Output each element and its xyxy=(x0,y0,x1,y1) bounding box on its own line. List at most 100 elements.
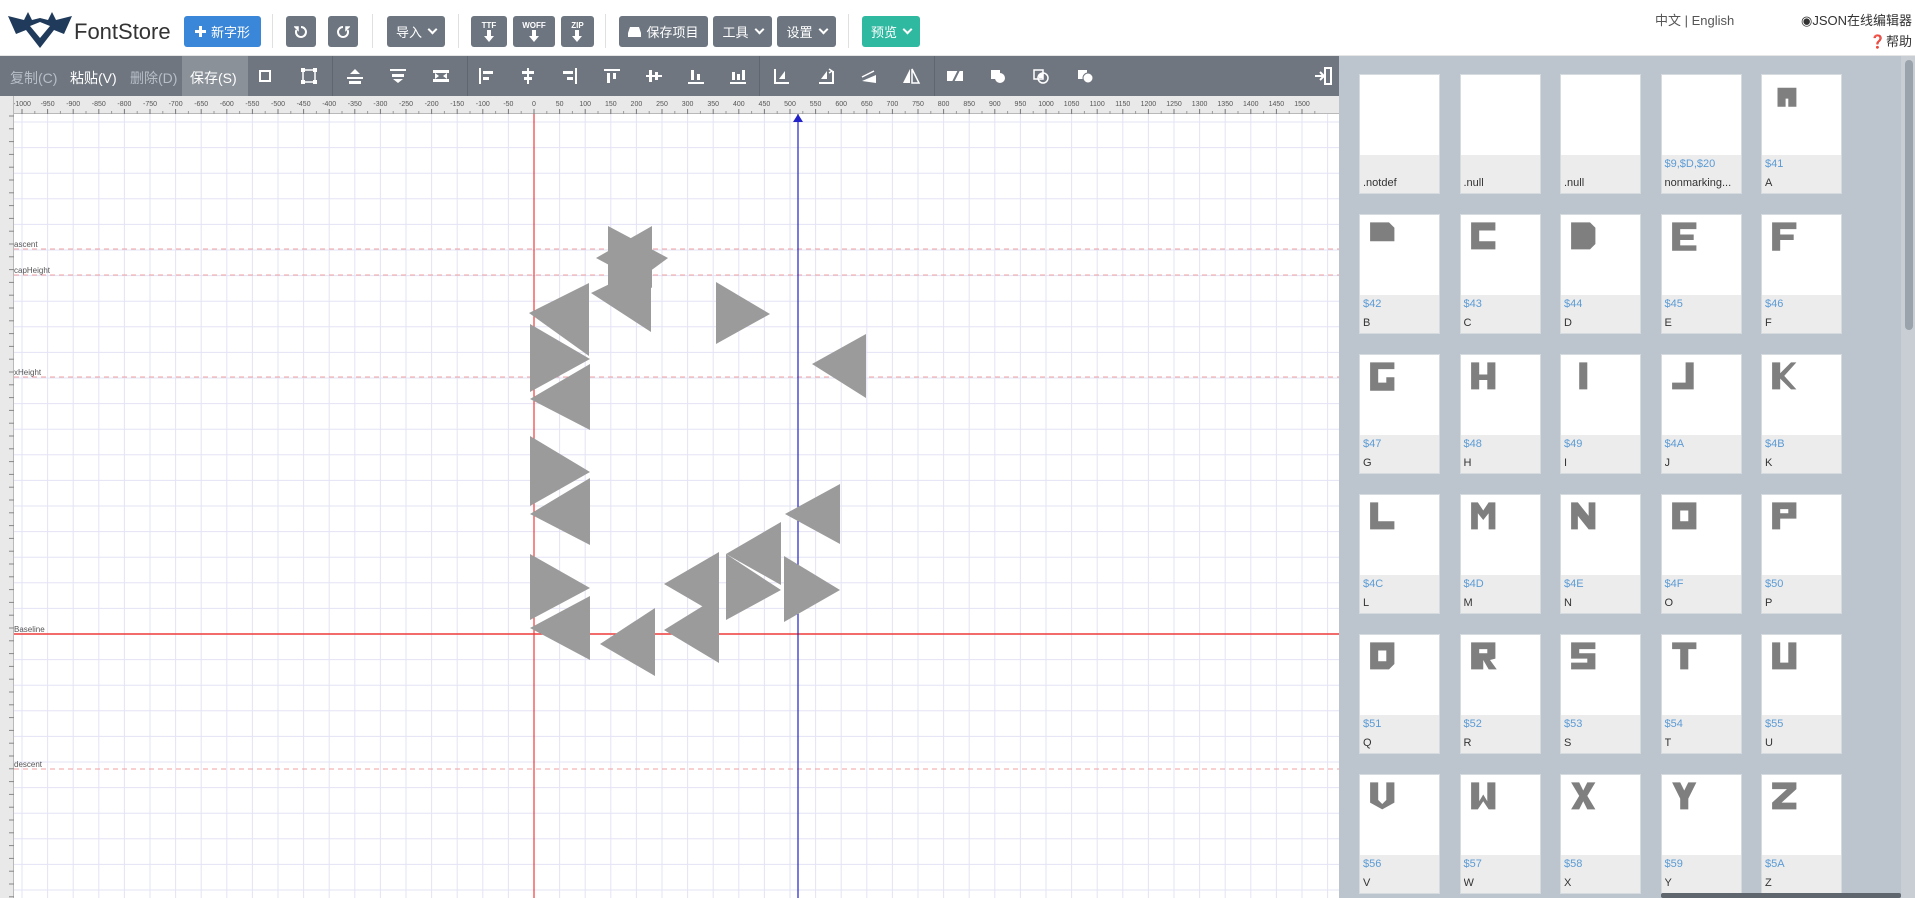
scrollbar-thumb[interactable] xyxy=(1905,60,1913,330)
glyph-contour[interactable] xyxy=(812,334,866,398)
glyph-card[interactable]: $55 U xyxy=(1761,634,1842,754)
panel-scrollbar[interactable] xyxy=(1901,56,1915,898)
ruler-tick-label: -350 xyxy=(348,101,362,108)
glyph-preview xyxy=(1360,215,1439,295)
glyph-card[interactable]: $45 E xyxy=(1660,214,1742,334)
paste-button[interactable]: 粘贴(V) xyxy=(70,68,117,88)
align-left-icon[interactable] xyxy=(475,65,497,87)
glyph-card[interactable]: $50 P xyxy=(1761,494,1842,614)
glyph-card[interactable]: $56 V xyxy=(1359,774,1440,894)
language-switch[interactable]: 中文 | English xyxy=(1655,10,1734,29)
tools-button[interactable]: 工具 xyxy=(713,16,772,47)
new-glyph-button[interactable]: 新字形 xyxy=(184,16,261,47)
glyph-unicode: $57 xyxy=(1463,858,1482,870)
collapse-panel-icon[interactable] xyxy=(1312,65,1334,87)
export-ttf-button[interactable]: TTF xyxy=(471,16,507,47)
ruler-tick-label: 450 xyxy=(759,101,771,108)
ruler-tick-label: 1100 xyxy=(1090,101,1105,108)
glyph-card[interactable]: $42 B xyxy=(1359,214,1440,334)
boolean-intersect-icon[interactable] xyxy=(1030,65,1052,87)
boolean-xor-icon[interactable] xyxy=(1074,65,1096,87)
export-woff-button[interactable]: WOFF xyxy=(513,16,555,47)
glyph-card[interactable]: $47 G xyxy=(1359,354,1440,474)
glyph-preview xyxy=(1762,355,1841,435)
glyph-card[interactable]: $57 W xyxy=(1459,774,1541,894)
glyph-editor-canvas[interactable]: ascent capHeight xHeight Baseline descent -1… xyxy=(0,96,1339,898)
skew-icon[interactable] xyxy=(858,65,880,87)
glyph-preview-icon xyxy=(1772,362,1797,390)
settings-button[interactable]: 设置 xyxy=(777,16,836,47)
glyph-card[interactable]: $4E N xyxy=(1560,494,1641,614)
preview-button[interactable]: 预览 xyxy=(862,16,920,47)
glyph-name: R xyxy=(1463,737,1472,749)
export-zip-button[interactable]: ZIP xyxy=(561,16,594,47)
boolean-cut-icon[interactable] xyxy=(944,65,966,87)
glyph-contour[interactable] xyxy=(785,484,840,544)
glyph-card[interactable]: $4C L xyxy=(1359,494,1440,614)
glyph-preview xyxy=(1561,355,1640,435)
copy-button[interactable]: 复制(C) xyxy=(10,68,57,88)
glyph-card[interactable]: $41 A xyxy=(1761,74,1842,194)
glyph-card[interactable]: $43 C xyxy=(1459,214,1541,334)
glyph-card[interactable]: $4D M xyxy=(1459,494,1541,614)
bounding-box-icon[interactable] xyxy=(298,65,320,87)
editor-grid[interactable]: ascent capHeight xHeight Baseline descent xyxy=(14,114,1339,898)
glyph-card[interactable]: $59 Y xyxy=(1660,774,1742,894)
glyph-card[interactable]: $4F O xyxy=(1660,494,1742,614)
glyph-contour[interactable] xyxy=(600,608,655,676)
undo-button[interactable] xyxy=(286,16,316,47)
glyph-contour[interactable] xyxy=(716,282,770,344)
import-button[interactable]: 导入 xyxy=(387,16,445,47)
glyph-card[interactable]: $53 S xyxy=(1560,634,1641,754)
advance-handle-icon[interactable] xyxy=(793,114,803,122)
align-bottom-icon[interactable] xyxy=(685,65,707,87)
distribute-icon[interactable] xyxy=(727,65,749,87)
add-rect-icon[interactable] xyxy=(254,65,276,87)
glyph-card[interactable]: $54 T xyxy=(1660,634,1742,754)
flip-icon[interactable] xyxy=(900,65,922,87)
align-right-icon[interactable] xyxy=(559,65,581,87)
rotate-left-icon[interactable] xyxy=(771,65,793,87)
divider xyxy=(934,56,935,96)
align-center-icon[interactable] xyxy=(517,65,539,87)
glyph-unicode: $45 xyxy=(1664,298,1683,310)
help-link[interactable]: ❓帮助 xyxy=(1870,31,1912,50)
align-vertical-center-icon[interactable] xyxy=(643,65,665,87)
redo-button[interactable] xyxy=(328,16,358,47)
glyph-contour[interactable] xyxy=(664,596,719,663)
glyph-card[interactable]: $49 I xyxy=(1560,354,1641,474)
glyph-unicode: $5A xyxy=(1765,858,1785,870)
glyph-card[interactable]: .null xyxy=(1560,74,1641,194)
horizontal-scrollbar[interactable] xyxy=(1661,893,1901,898)
align-top-icon[interactable] xyxy=(601,65,623,87)
glyph-name: B xyxy=(1363,317,1371,329)
glyph-card[interactable]: $58 X xyxy=(1560,774,1641,894)
glyph-contour[interactable] xyxy=(784,556,840,622)
align-top-edge-icon[interactable] xyxy=(344,65,366,87)
glyph-name: L xyxy=(1363,597,1370,609)
glyph-card[interactable]: .notdef xyxy=(1359,74,1440,194)
glyph-card[interactable]: $9,$D,$20 nonmarking... xyxy=(1660,74,1742,194)
boolean-union-icon[interactable] xyxy=(987,65,1009,87)
glyph-card[interactable]: $4B K xyxy=(1761,354,1842,474)
glyph-card[interactable]: $52 R xyxy=(1459,634,1541,754)
glyph-card[interactable]: $44 D xyxy=(1560,214,1641,334)
ruler-tick-label: 100 xyxy=(579,101,591,108)
ruler-tick-label: 850 xyxy=(963,101,975,108)
save-button[interactable]: 保存(S) xyxy=(182,56,248,96)
glyph-card[interactable]: $48 H xyxy=(1459,354,1541,474)
glyph-card[interactable]: .null xyxy=(1459,74,1541,194)
align-middle-icon[interactable] xyxy=(387,65,409,87)
glyph-card[interactable]: $5A Z xyxy=(1761,774,1842,894)
rotate-right-icon[interactable] xyxy=(815,65,837,87)
align-horizontal-icon[interactable] xyxy=(430,65,452,87)
glyph-preview-icon xyxy=(1671,362,1694,390)
delete-button[interactable]: 删除(D) xyxy=(130,68,177,88)
glyph-card[interactable]: $4A J xyxy=(1660,354,1742,474)
json-editor-link[interactable]: ◉JSON在线编辑器 xyxy=(1801,10,1912,29)
bat-logo-icon xyxy=(8,12,72,48)
glyph-card[interactable]: $51 Q xyxy=(1359,634,1440,754)
glyph-card[interactable]: $46 F xyxy=(1761,214,1842,334)
save-project-button[interactable]: 保存项目 xyxy=(619,16,708,47)
ruler-tick-label: 150 xyxy=(605,101,617,108)
